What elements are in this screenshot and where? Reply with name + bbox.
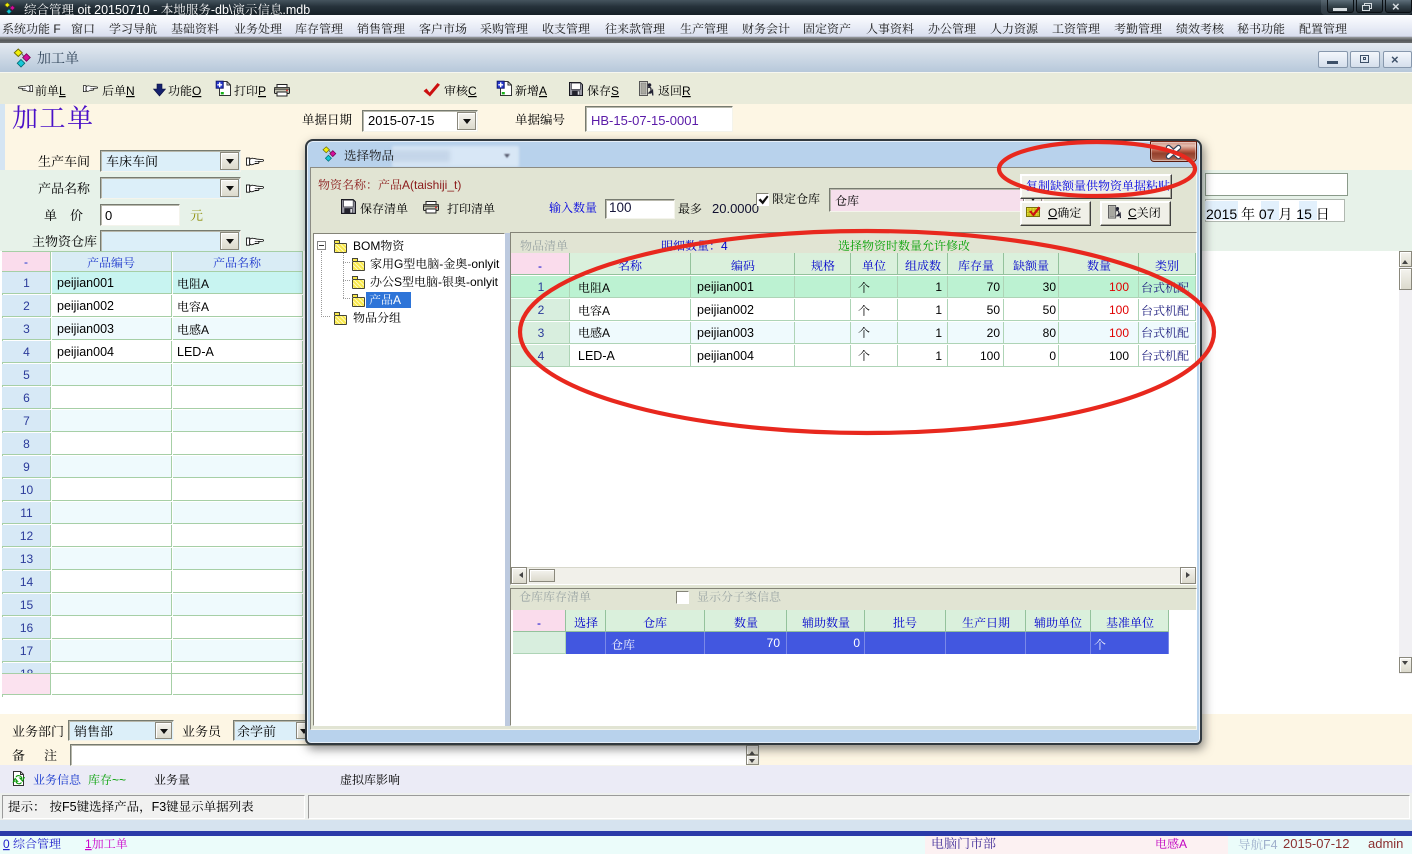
svg-text:C: C (1128, 206, 1137, 220)
svg-text:O: O (1048, 206, 1057, 220)
svg-text:O: O (192, 84, 201, 98)
svg-text:oit 20150710 -: oit 20150710 - (74, 3, 161, 17)
svg-text:C: C (468, 84, 477, 98)
svg-text:2015: 2015 (1206, 206, 1241, 222)
svg-text:A: A (393, 293, 401, 307)
svg-text:F3: F3 (152, 800, 167, 814)
svg-text:A: A (201, 300, 209, 314)
svg-text:-: - (537, 616, 541, 630)
svg-text:L: L (59, 84, 66, 98)
svg-text:A: A (539, 84, 547, 98)
svg-text:-: - (438, 275, 442, 289)
svg-text:A(taishiji_t): A(taishiji_t) (402, 178, 461, 192)
svg-text:A: A (201, 277, 209, 291)
svg-text:-db\: -db\ (211, 3, 233, 17)
svg-text:A: A (602, 281, 610, 295)
svg-text:F4: F4 (1263, 838, 1278, 852)
svg-text:BOM: BOM (353, 239, 380, 253)
svg-text:~~: ~~ (112, 773, 126, 787)
svg-text:A: A (1179, 837, 1187, 851)
svg-text:0: 0 (3, 837, 10, 851)
svg-text:15: 15 (1292, 206, 1315, 222)
svg-text:07: 07 (1255, 206, 1278, 222)
svg-text:1: 1 (85, 837, 92, 851)
svg-text:A: A (201, 323, 209, 337)
svg-text:P: P (258, 84, 266, 98)
svg-text:F5: F5 (62, 800, 77, 814)
svg-text:-onlyit: -onlyit (466, 275, 499, 289)
svg-text:-: - (538, 259, 542, 273)
svg-text:A: A (602, 326, 610, 340)
svg-text:G: G (394, 257, 403, 271)
svg-text:-: - (439, 257, 443, 271)
svg-text:F: F (50, 22, 61, 36)
svg-text:R: R (682, 84, 691, 98)
svg-text:.mdb: .mdb (282, 3, 310, 17)
svg-text:N: N (126, 84, 135, 98)
svg-text:S: S (611, 84, 619, 98)
svg-text:A: A (602, 304, 610, 318)
svg-text:-onlyit: -onlyit (467, 257, 500, 271)
svg-text:S: S (394, 275, 402, 289)
